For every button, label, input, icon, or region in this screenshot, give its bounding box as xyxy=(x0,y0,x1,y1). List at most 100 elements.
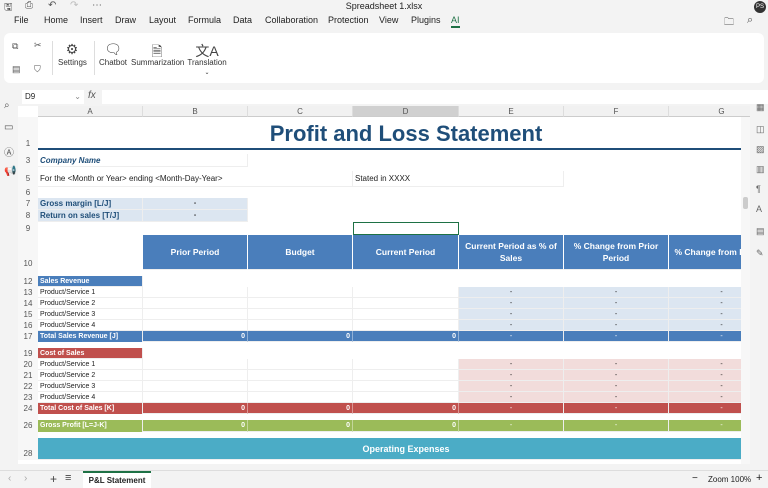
total-percent[interactable]: - xyxy=(564,403,669,414)
percent-cell[interactable]: - xyxy=(669,359,750,370)
value-cell[interactable] xyxy=(353,370,459,381)
formula-input[interactable] xyxy=(102,90,768,104)
cell-settings-icon[interactable]: ▦ xyxy=(756,102,765,113)
total-value[interactable]: 0 xyxy=(143,331,248,342)
row-header[interactable]: 15 xyxy=(18,309,38,320)
row-header[interactable]: 7 xyxy=(18,198,38,210)
gross-margin-value[interactable]: - xyxy=(143,198,248,210)
chatbot-button[interactable]: 🗨 Chatbot xyxy=(99,41,127,67)
percent-cell[interactable]: - xyxy=(459,320,564,331)
column-header-B[interactable]: B xyxy=(143,106,248,117)
value-cell[interactable] xyxy=(143,309,248,320)
text-art-icon[interactable]: A xyxy=(756,204,762,214)
sheet-tab-pl-statement[interactable]: P&L Statement xyxy=(83,471,151,488)
row-header[interactable]: 22 xyxy=(18,381,38,392)
percent-cell[interactable]: - xyxy=(564,287,669,298)
row-header[interactable]: 5 xyxy=(18,171,38,187)
row-header[interactable]: 20 xyxy=(18,359,38,370)
row-header[interactable]: 14 xyxy=(18,298,38,309)
value-cell[interactable] xyxy=(353,298,459,309)
value-cell[interactable] xyxy=(248,309,353,320)
row-header[interactable]: 23 xyxy=(18,392,38,403)
value-cell[interactable] xyxy=(353,359,459,370)
feedback-icon[interactable]: 📢 xyxy=(4,166,16,177)
value-cell[interactable] xyxy=(353,392,459,403)
menu-insert[interactable]: Insert xyxy=(80,15,103,25)
menu-home[interactable]: Home xyxy=(44,15,68,25)
row-header[interactable]: 8 xyxy=(18,210,38,222)
menu-draw[interactable]: Draw xyxy=(115,15,136,25)
percent-cell[interactable]: - xyxy=(564,298,669,309)
search-icon[interactable]: ⌕ xyxy=(4,100,10,111)
value-cell[interactable] xyxy=(353,381,459,392)
percent-cell[interactable]: - xyxy=(459,359,564,370)
return-on-sales-label[interactable]: Return on sales [T/J] xyxy=(38,210,143,222)
spreadsheet-grid[interactable]: A B C D E F G 1 3 5 6 7 8 9 10 12 13 14 15 16 17 19 20 21 22 23 24… xyxy=(18,106,750,464)
column-heading[interactable]: Current Period as % of Sales xyxy=(459,235,564,270)
total-value[interactable]: 0 xyxy=(248,403,353,414)
column-header-A[interactable]: A xyxy=(38,106,143,117)
percent-cell[interactable]: - xyxy=(564,359,669,370)
chart-icon[interactable]: ▥ xyxy=(756,164,765,175)
value-cell[interactable] xyxy=(248,370,353,381)
total-label[interactable]: Total Sales Revenue [J] xyxy=(38,331,143,342)
stated-text[interactable]: Stated in XXXX xyxy=(353,171,564,187)
row-header[interactable]: 3 xyxy=(18,154,38,167)
menu-formula[interactable]: Formula xyxy=(188,15,221,25)
comment-icon[interactable]: ▭ xyxy=(4,122,13,133)
total-value[interactable]: 0 xyxy=(248,420,353,432)
menu-file[interactable]: File xyxy=(14,15,29,25)
percent-cell[interactable]: - xyxy=(669,309,750,320)
product-label[interactable]: Product/Service 2 xyxy=(38,298,143,309)
section-header[interactable]: Sales Revenue xyxy=(38,276,143,287)
paste-icon[interactable]: ▤ xyxy=(12,64,21,75)
column-heading[interactable]: Prior Period xyxy=(143,235,248,270)
total-value[interactable]: 0 xyxy=(143,420,248,432)
value-cell[interactable] xyxy=(248,287,353,298)
zoom-out-icon[interactable]: − xyxy=(692,473,698,484)
value-cell[interactable] xyxy=(143,320,248,331)
row-header[interactable]: 13 xyxy=(18,287,38,298)
value-cell[interactable] xyxy=(248,320,353,331)
total-percent[interactable]: - xyxy=(459,420,564,432)
menu-plugins[interactable]: Plugins xyxy=(411,15,441,25)
row-header[interactable]: 21 xyxy=(18,370,38,381)
function-icon[interactable]: fx xyxy=(88,90,96,101)
menu-layout[interactable]: Layout xyxy=(149,15,176,25)
row-header[interactable]: 28 xyxy=(18,438,38,460)
row-header[interactable]: 6 xyxy=(18,187,38,198)
total-value[interactable]: 0 xyxy=(353,403,459,414)
spellcheck-icon[interactable]: Ⓐ xyxy=(4,144,14,159)
value-cell[interactable] xyxy=(248,298,353,309)
value-cell[interactable] xyxy=(353,287,459,298)
name-box[interactable]: D9 ⌄ xyxy=(22,90,84,104)
total-percent[interactable]: - xyxy=(669,403,750,414)
total-percent[interactable]: - xyxy=(459,331,564,342)
value-cell[interactable] xyxy=(143,298,248,309)
percent-cell[interactable]: - xyxy=(669,370,750,381)
value-cell[interactable] xyxy=(143,370,248,381)
prev-sheet-icon[interactable]: ‹ xyxy=(8,473,11,484)
operating-expenses-header[interactable]: Operating Expenses xyxy=(38,438,750,460)
product-label[interactable]: Product/Service 3 xyxy=(38,381,143,392)
total-value[interactable]: 0 xyxy=(353,420,459,432)
total-value[interactable]: 0 xyxy=(248,331,353,342)
row-header[interactable]: 17 xyxy=(18,331,38,342)
return-on-sales-value[interactable]: - xyxy=(143,210,248,222)
folder-icon[interactable]: 🗀 xyxy=(724,15,734,32)
percent-cell[interactable]: - xyxy=(459,381,564,392)
percent-cell[interactable]: - xyxy=(669,287,750,298)
column-heading[interactable]: Budget xyxy=(248,235,353,270)
row-header[interactable]: 12 xyxy=(18,276,38,287)
value-cell[interactable] xyxy=(143,381,248,392)
avatar[interactable]: PS xyxy=(754,1,766,13)
summarization-button[interactable]: 🗎 Summarization xyxy=(131,41,184,67)
row-header[interactable]: 19 xyxy=(18,348,38,359)
add-sheet-icon[interactable]: + xyxy=(50,472,57,486)
format-painter-icon[interactable]: ⛉ xyxy=(34,64,41,75)
value-cell[interactable] xyxy=(248,359,353,370)
column-header-C[interactable]: C xyxy=(248,106,353,117)
paragraph-icon[interactable]: ¶ xyxy=(756,184,761,194)
percent-cell[interactable]: - xyxy=(564,370,669,381)
menu-collaboration[interactable]: Collaboration xyxy=(265,15,318,25)
